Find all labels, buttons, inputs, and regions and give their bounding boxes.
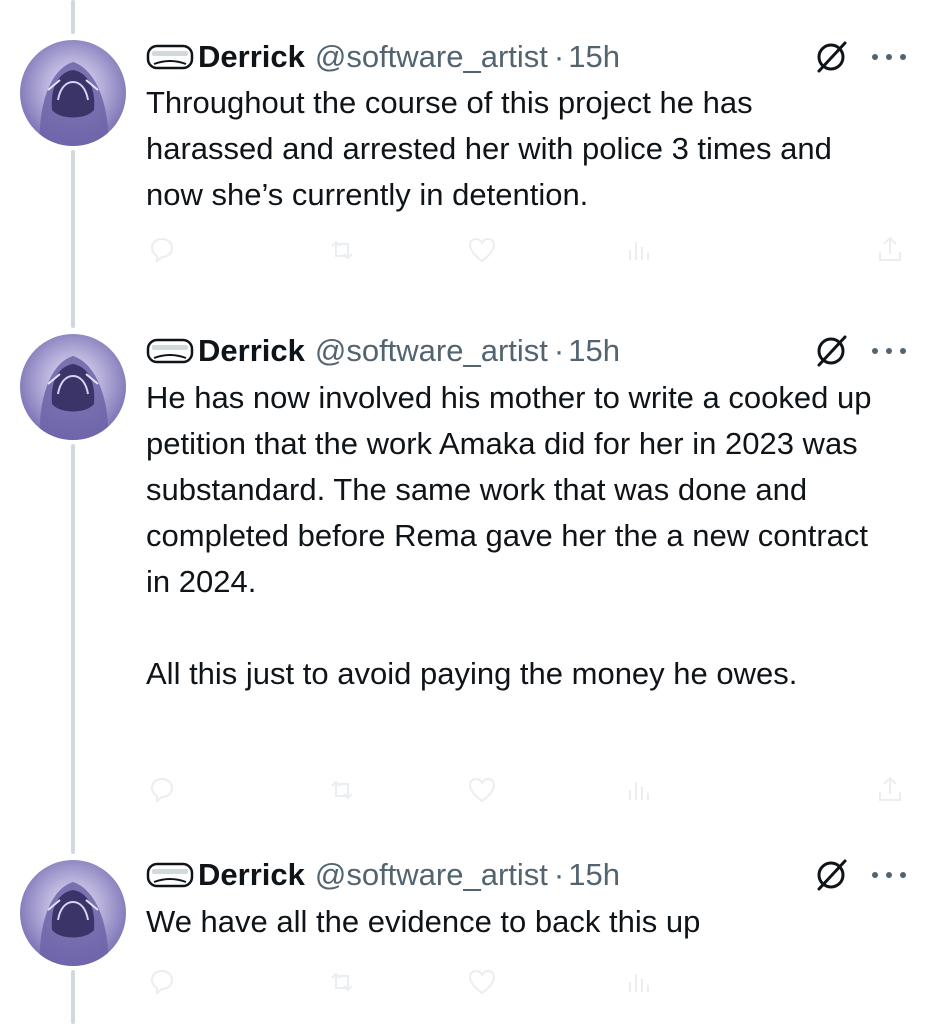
grok-icon[interactable] <box>812 332 850 370</box>
views-icon <box>629 782 649 800</box>
tweet-actions <box>146 770 906 810</box>
timestamp[interactable]: 15h <box>568 857 620 893</box>
grok-icon[interactable] <box>812 856 850 894</box>
display-name[interactable]: Derrick <box>198 39 305 75</box>
goggles-icon <box>146 862 194 888</box>
views-icon <box>629 974 649 992</box>
views-icon <box>629 242 649 260</box>
more-icon[interactable] <box>872 52 906 62</box>
thread-line-1 <box>71 150 75 328</box>
display-name[interactable]: Derrick <box>198 857 305 893</box>
share-icon <box>879 776 901 801</box>
repost-action[interactable] <box>326 770 358 810</box>
repost-icon <box>331 972 353 992</box>
user-handle[interactable]: @software_artist <box>315 333 548 369</box>
timestamp[interactable]: 15h <box>568 333 620 369</box>
more-icon[interactable] <box>872 870 906 880</box>
views-action[interactable] <box>622 770 654 810</box>
reply-action[interactable] <box>146 962 178 1002</box>
like-action[interactable] <box>466 230 498 270</box>
like-icon <box>468 777 496 803</box>
grok-icon[interactable] <box>812 38 850 76</box>
user-handle[interactable]: @software_artist <box>315 39 548 75</box>
hooded-figure-avatar-icon <box>39 62 109 146</box>
separator-dot: · <box>553 333 565 368</box>
views-action[interactable] <box>622 230 654 270</box>
timestamp[interactable]: 15h <box>568 39 620 75</box>
thread-line-2 <box>71 444 75 854</box>
tweet-text: We have all the evidence to back this up <box>146 904 701 939</box>
repost-icon <box>331 240 353 260</box>
tweet-header: Derrick @software_artist · 15h <box>146 331 620 371</box>
tweet-actions <box>146 962 906 1002</box>
thread-line-top <box>71 0 75 34</box>
like-icon <box>468 969 496 995</box>
goggles-icon <box>146 338 194 364</box>
tweet-header: Derrick @software_artist · 15h <box>146 855 620 895</box>
like-icon <box>468 237 496 263</box>
like-action[interactable] <box>466 962 498 1002</box>
tweet-text: Throughout the course of this project he… <box>146 85 832 212</box>
display-name[interactable]: Derrick <box>198 333 305 369</box>
reply-icon <box>150 969 174 996</box>
avatar[interactable] <box>20 334 126 440</box>
more-icon[interactable] <box>872 346 906 356</box>
hooded-figure-avatar-icon <box>39 882 109 966</box>
views-action[interactable] <box>622 962 654 1002</box>
reply-icon <box>150 777 174 804</box>
avatar[interactable] <box>20 860 126 966</box>
share-action[interactable] <box>874 230 906 270</box>
reply-action[interactable] <box>146 230 178 270</box>
hooded-figure-avatar-icon <box>39 356 109 440</box>
separator-dot: · <box>553 39 565 74</box>
tweet-actions <box>146 230 906 270</box>
repost-action[interactable] <box>326 962 358 1002</box>
share-icon <box>879 236 901 261</box>
user-handle[interactable]: @software_artist <box>315 857 548 893</box>
repost-icon <box>331 780 353 800</box>
share-action[interactable] <box>874 770 906 810</box>
like-action[interactable] <box>466 770 498 810</box>
reply-icon <box>150 237 174 264</box>
tweet-header: Derrick @software_artist · 15h <box>146 37 620 77</box>
goggles-icon <box>146 44 194 70</box>
thread-line-3 <box>71 970 75 1024</box>
separator-dot: · <box>553 857 565 892</box>
reply-action[interactable] <box>146 770 178 810</box>
repost-action[interactable] <box>326 230 358 270</box>
tweet-text: He has now involved his mother to write … <box>146 380 872 691</box>
avatar[interactable] <box>20 40 126 146</box>
